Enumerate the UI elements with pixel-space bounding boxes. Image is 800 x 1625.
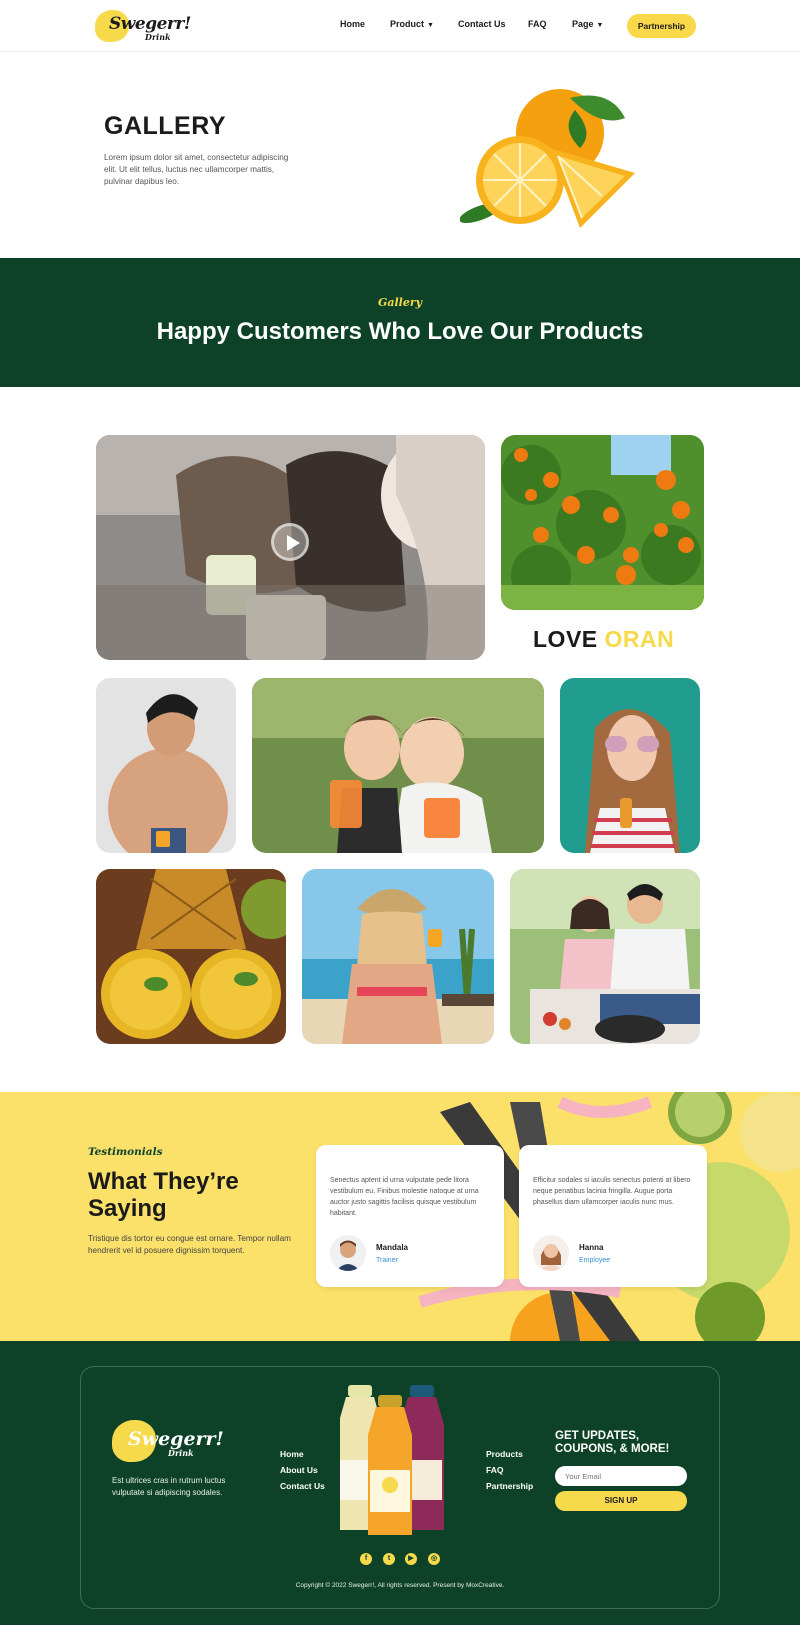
logo-subtext: Drink <box>168 1448 194 1458</box>
testimonial-name: Hanna <box>579 1243 604 1252</box>
instagram-icon[interactable]: ◎ <box>428 1553 440 1565</box>
sign-up-button[interactable]: SIGN UP <box>555 1491 687 1511</box>
footer-link-partnership[interactable]: Partnership <box>486 1481 533 1491</box>
juice-bottles-image <box>338 1385 460 1535</box>
picnic-couple-image <box>510 869 700 1044</box>
chevron-down-icon: ▼ <box>427 22 434 29</box>
testimonial-name: Mandala <box>376 1243 409 1252</box>
orange-tree-image <box>501 435 704 610</box>
twitter-icon[interactable]: t <box>383 1553 395 1565</box>
email-input[interactable] <box>555 1466 687 1486</box>
play-icon[interactable] <box>271 523 309 561</box>
logo-subtext: Drink <box>145 32 171 42</box>
band-tag: Gallery <box>377 296 423 309</box>
facebook-icon[interactable]: f <box>360 1553 372 1565</box>
nav-product-label: Product <box>390 19 425 29</box>
testimonial-card: Efficitur sodales si iaculis senectus po… <box>519 1145 707 1287</box>
nav-home[interactable]: Home <box>340 19 365 29</box>
pineapple-drinks-image <box>96 869 286 1044</box>
testimonial-quote: Efficitur sodales si iaculis senectus po… <box>533 1177 691 1206</box>
newsletter-title: GET UPDATES, COUPONS, & MORE! <box>555 1430 670 1455</box>
chevron-down-icon: ▼ <box>596 22 604 29</box>
logo-text: Swegerr! <box>128 1428 224 1450</box>
avatar <box>330 1235 366 1271</box>
footer-link-contact-us[interactable]: Contact Us <box>280 1481 325 1491</box>
nav-faq[interactable]: FAQ <box>528 19 547 29</box>
nav-product[interactable]: Product ▼ <box>390 19 434 29</box>
love-text: LOVE <box>533 626 605 652</box>
copyright-text: Copyright © 2022 Swegerr!, All rights re… <box>295 1582 505 1589</box>
avatar <box>533 1235 569 1271</box>
testimonials-title: What They’re Saying <box>88 1168 239 1222</box>
footer-link-home[interactable]: Home <box>280 1449 304 1459</box>
partnership-button[interactable]: Partnership <box>627 14 696 38</box>
footer-link-about-us[interactable]: About Us <box>280 1465 318 1475</box>
page: Swegerr! Drink Home Product ▼ Contact Us … <box>0 0 800 1625</box>
testimonial-card: Senectus aptent id urna vulputate pede l… <box>316 1145 504 1287</box>
testimonial-role: Employee <box>579 1257 611 1264</box>
beach-woman-image <box>302 869 494 1044</box>
page-title: GALLERY <box>104 112 227 140</box>
footer-link-faq[interactable]: FAQ <box>486 1465 503 1475</box>
footer-link-products[interactable]: Products <box>486 1449 523 1459</box>
nav-page-label: Page <box>572 19 594 29</box>
testimonials-tag: Testimonials <box>88 1146 163 1158</box>
band-title: Happy Customers Who Love Our Products <box>156 318 644 345</box>
love-highlight: ORAN <box>604 626 675 652</box>
youtube-icon[interactable]: ▶ <box>405 1553 417 1565</box>
testimonials-text: Tristique dis tortor eu congue est ornar… <box>88 1234 291 1255</box>
testimonial-role: Trainer <box>376 1257 398 1264</box>
brand-logo[interactable]: Swegerr! Drink <box>95 8 191 44</box>
footer-text: Est ultrices cras in rutrum luctus vulpu… <box>112 1476 226 1497</box>
nav-contact-us[interactable]: Contact Us <box>458 19 506 29</box>
kids-juice-image <box>252 678 544 853</box>
testimonial-quote: Senectus aptent id urna vulputate pede l… <box>330 1177 479 1217</box>
hero-text: Lorem ipsum dolor sit amet, consectetur … <box>104 153 289 186</box>
oranges-image <box>459 88 660 233</box>
man-juice-image <box>96 678 236 853</box>
footer-logo[interactable]: Swegerr! Drink <box>112 1420 224 1464</box>
logo-text: Swegerr! <box>109 14 191 34</box>
love-oranges-text: LOVE ORAN <box>533 626 674 653</box>
woman-sunglasses-image <box>560 678 700 853</box>
site-header: Swegerr! Drink Home Product ▼ Contact Us … <box>0 0 800 52</box>
nav-page[interactable]: Page ▼ <box>572 19 603 29</box>
